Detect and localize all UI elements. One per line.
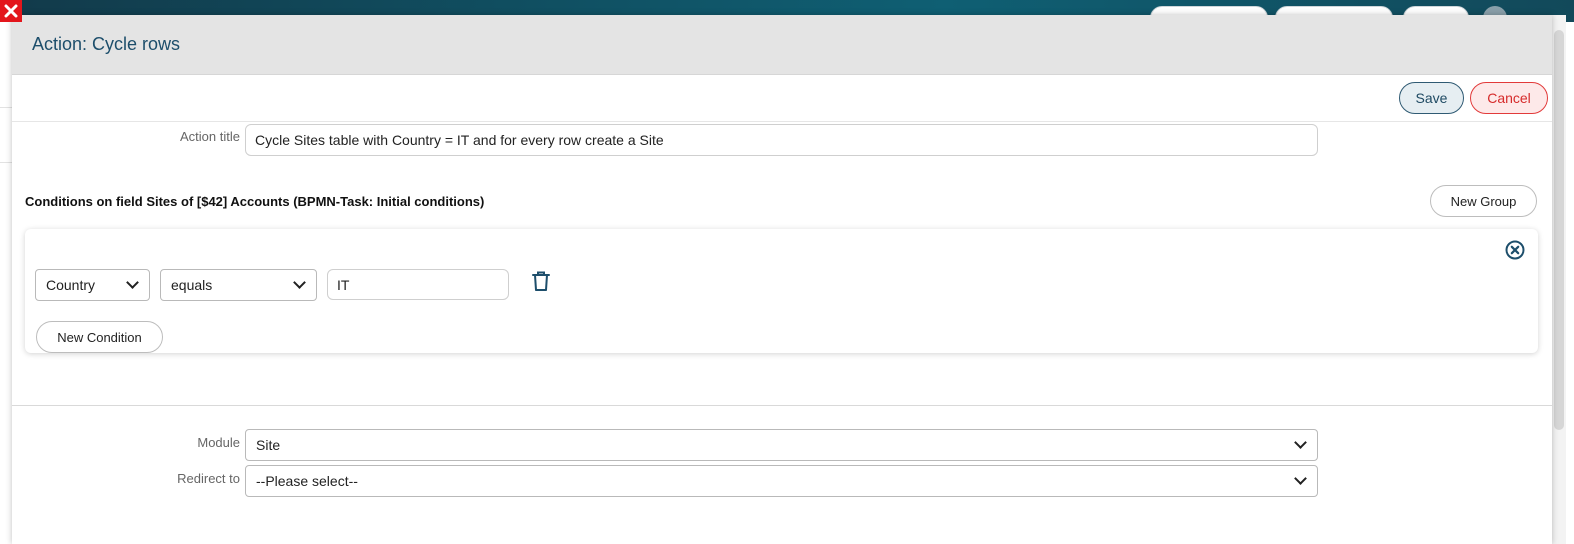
action-title-input[interactable]: Cycle Sites table with Country = IT and …	[245, 124, 1318, 156]
condition-operator-value: equals	[171, 277, 213, 293]
background-left-strip	[0, 22, 12, 544]
condition-operator-select[interactable]: equals	[160, 269, 317, 301]
module-label: Module	[197, 435, 240, 450]
redirect-label: Redirect to	[177, 471, 240, 486]
condition-field-select[interactable]: Country	[35, 269, 150, 301]
new-group-button[interactable]: New Group	[1430, 185, 1537, 217]
save-button[interactable]: Save	[1399, 82, 1464, 114]
remove-group-icon[interactable]	[1505, 240, 1525, 260]
conditions-title: Conditions on field Sites of [$42] Accou…	[25, 194, 485, 209]
scrollbar-thumb[interactable]	[1554, 30, 1564, 430]
new-condition-button[interactable]: New Condition	[36, 321, 163, 353]
chevron-down-icon	[1294, 472, 1307, 485]
modal-title: Action: Cycle rows	[32, 34, 181, 54]
redirect-value: --Please select--	[256, 473, 358, 489]
module-select[interactable]: Site	[245, 429, 1318, 461]
modal-header: Action: Cycle rows	[12, 15, 1552, 75]
chevron-down-icon	[293, 276, 306, 289]
cancel-button[interactable]: Cancel	[1470, 82, 1548, 114]
condition-value-input[interactable]: IT	[327, 269, 509, 300]
redirect-select[interactable]: --Please select--	[245, 465, 1318, 497]
divider	[12, 405, 1552, 406]
chevron-down-icon	[1294, 436, 1307, 449]
condition-group: Country equals IT New Condition	[25, 229, 1538, 353]
chevron-down-icon	[126, 276, 139, 289]
condition-field-value: Country	[46, 277, 96, 293]
trash-icon[interactable]	[532, 271, 550, 291]
module-value: Site	[256, 437, 281, 453]
close-icon[interactable]	[0, 0, 22, 22]
divider	[12, 121, 1552, 122]
action-modal: Action: Cycle rows Save Cancel Action ti…	[12, 15, 1552, 544]
action-title-label: Action title	[180, 129, 240, 144]
